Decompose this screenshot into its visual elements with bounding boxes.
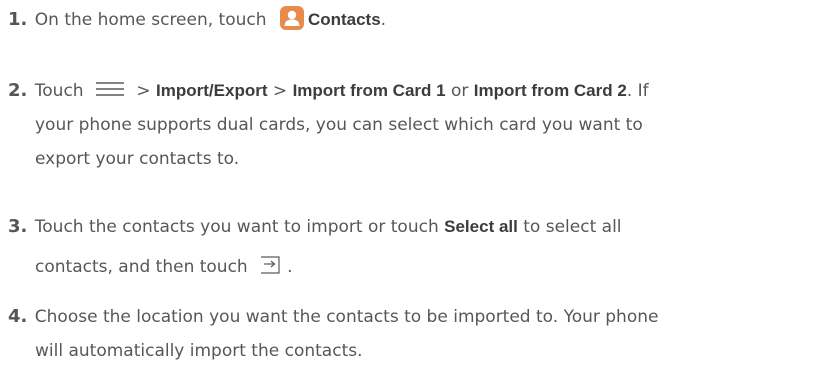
export-icon: [259, 253, 281, 274]
step-text: On the home screen, touch: [34, 10, 272, 30]
import-card1-label: Import from Card 1: [292, 81, 446, 100]
step-4: 4. Choose the location you want the cont…: [8, 300, 812, 368]
step-number: 4.: [8, 306, 28, 327]
step-text: Touch: [34, 81, 89, 101]
step-2: 2. Touch > Import/Export > Import from C…: [8, 74, 812, 176]
step-text: . If: [626, 81, 649, 101]
step-number: 3.: [8, 216, 28, 237]
separator: >: [267, 81, 293, 101]
step-1: 1. On the home screen, touch Contacts.: [8, 3, 812, 37]
step-number: 2.: [8, 80, 28, 101]
step-text: to select all: [517, 217, 622, 237]
separator: >: [130, 81, 157, 101]
import-export-label: Import/Export: [156, 81, 268, 100]
import-card2-label: Import from Card 2: [473, 81, 627, 100]
step-text-line: contacts, and then touch: [35, 257, 254, 277]
step-text-end: .: [287, 257, 293, 277]
step-text-line: your phone supports dual cards, you can …: [35, 115, 643, 135]
step-text: Choose the location you want the contact…: [34, 307, 659, 327]
step-text: or: [445, 81, 474, 101]
menu-icon: [95, 75, 125, 96]
step-text: Touch the contacts you want to import or…: [34, 217, 445, 237]
step-number: 1.: [8, 9, 28, 30]
step-text-end: .: [380, 10, 387, 30]
step-3: 3. Touch the contacts you want to import…: [8, 210, 812, 284]
contacts-app-icon: [279, 6, 304, 30]
contacts-label: Contacts: [307, 10, 381, 29]
step-text-line: will automatically import the contacts.: [35, 341, 363, 361]
select-all-label: Select all: [444, 217, 518, 236]
step-text-line: export your contacts to.: [35, 149, 240, 169]
